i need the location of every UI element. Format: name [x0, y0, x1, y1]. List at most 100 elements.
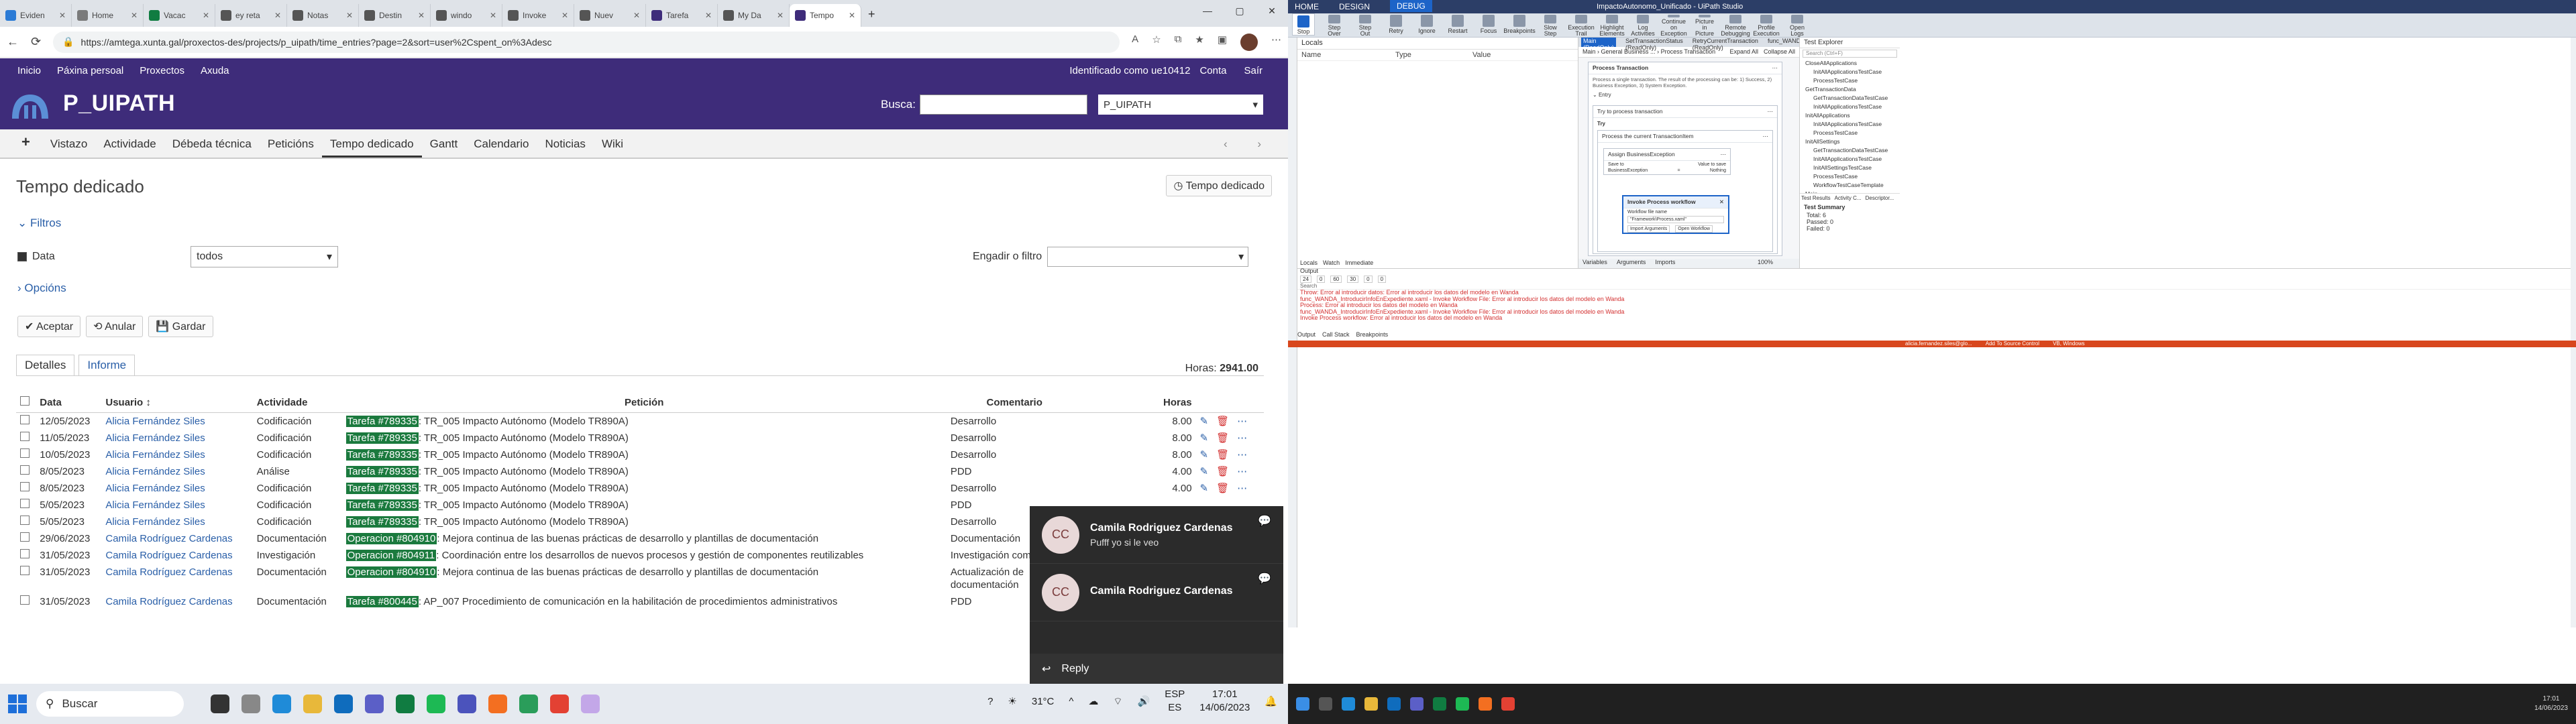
- chat-icon[interactable]: 💬: [1258, 572, 1271, 585]
- user-link[interactable]: Alicia Fernández Siles: [105, 416, 205, 427]
- uipath-icon[interactable]: [488, 695, 507, 713]
- studio-menu-home[interactable]: HOME: [1295, 2, 1319, 12]
- language-indicator[interactable]: ESP ES: [1165, 688, 1185, 715]
- import-arguments-button[interactable]: Import Arguments: [1627, 225, 1670, 233]
- col-date[interactable]: Data: [36, 392, 102, 413]
- chat-message[interactable]: CC Camila Rodriguez Cardenas 💬: [1030, 564, 1283, 621]
- spotify-icon[interactable]: [1456, 697, 1469, 711]
- chevron-up-icon[interactable]: ^: [1069, 696, 1073, 707]
- extensions-icon[interactable]: ⧉: [1175, 34, 1182, 51]
- more-icon[interactable]: ⋯: [1271, 34, 1281, 51]
- edit-icon[interactable]: ✎: [1200, 466, 1209, 477]
- excel-icon[interactable]: [396, 695, 415, 713]
- ribbon-stop-button[interactable]: Stop: [1292, 13, 1315, 36]
- issue-link[interactable]: Tarefa #789335: [345, 516, 419, 528]
- edit-icon[interactable]: ✎: [1200, 483, 1209, 494]
- output-filter-count[interactable]: 0: [1377, 276, 1387, 283]
- more-icon[interactable]: ⋯: [1237, 449, 1247, 461]
- add-source-control[interactable]: Add To Source Control: [1986, 341, 2039, 347]
- ribbon-execution-trail-button[interactable]: Execution Trail: [1568, 13, 1595, 37]
- delete-icon[interactable]: 🗑: [1216, 483, 1229, 494]
- collapse-all-button[interactable]: Collapse All: [1764, 48, 1795, 56]
- tab-report[interactable]: Informe: [78, 355, 136, 375]
- favorites-icon[interactable]: ★: [1195, 34, 1203, 51]
- workflow-file-field[interactable]: "Framework\Process.xaml": [1627, 216, 1724, 223]
- user-link[interactable]: Camila Rodríguez Cardenas: [105, 566, 232, 578]
- date-operator-select[interactable]: todos ▾: [191, 246, 338, 267]
- explorer-item[interactable]: InitAllApplicationsTestCase: [1805, 103, 1900, 111]
- log-time-button[interactable]: ◷ Tempo dedicado: [1166, 175, 1272, 196]
- row-checkbox[interactable]: [20, 465, 30, 475]
- tab-actividade[interactable]: Actividade: [95, 137, 164, 158]
- url-field[interactable]: 🔒 https://amtega.xunta.gal/proxectos-des/…: [53, 31, 1120, 53]
- explorer-icon[interactable]: [303, 695, 322, 713]
- issue-link[interactable]: Tarefa #789335: [345, 466, 419, 477]
- reply-button[interactable]: ↩ Reply: [1030, 654, 1283, 684]
- tab-scroll-arrows[interactable]: ‹ ›: [1224, 137, 1288, 158]
- row-checkbox[interactable]: [20, 499, 30, 508]
- output-tab[interactable]: Call Stack: [1322, 331, 1350, 338]
- row-checkbox[interactable]: [20, 516, 30, 525]
- issue-link[interactable]: Tarefa #789335: [345, 483, 419, 494]
- ribbon-breakpoints-button[interactable]: Breakpoints: [1503, 13, 1536, 37]
- invoke-workflow-activity[interactable]: Invoke Process workflow ✕ Workflow file n…: [1622, 195, 1729, 234]
- col-hours[interactable]: Horas: [1082, 392, 1196, 413]
- output-filter-count[interactable]: 0: [1316, 276, 1326, 283]
- issue-link[interactable]: Operacion #804910: [345, 566, 437, 578]
- search-icon[interactable]: [1319, 697, 1332, 711]
- tab-close-icon[interactable]: ✕: [418, 11, 425, 20]
- tab-débeda-técnica[interactable]: Débeda técnica: [164, 137, 260, 158]
- row-checkbox[interactable]: [20, 415, 30, 424]
- explorer-item[interactable]: GetTransactionDataTestCase: [1805, 146, 1900, 155]
- ribbon-remote-debugging-button[interactable]: Remote Debugging: [1721, 13, 1750, 37]
- spotify-icon[interactable]: [427, 695, 445, 713]
- issue-link[interactable]: Tarefa #789335: [345, 449, 419, 461]
- output-tab[interactable]: Breakpoints: [1356, 331, 1389, 338]
- user-link[interactable]: Alicia Fernández Siles: [105, 483, 205, 494]
- explorer-item[interactable]: InitAllSettings: [1805, 137, 1900, 146]
- filters-toggle[interactable]: ⌄ Filtros: [17, 217, 61, 230]
- ribbon-step-over-button[interactable]: Step Over: [1323, 13, 1346, 37]
- options-toggle[interactable]: › Opcións: [17, 282, 66, 295]
- explorer-item[interactable]: GetTransactionDataTestCase: [1805, 94, 1900, 103]
- user-link[interactable]: Alicia Fernández Siles: [105, 449, 205, 461]
- issue-link[interactable]: Operacion #804911: [345, 550, 437, 561]
- user-link[interactable]: Alicia Fernández Siles: [105, 432, 205, 444]
- tab-close-icon[interactable]: ✕: [561, 11, 568, 20]
- explorer-item[interactable]: InitAllApplicationsTestCase: [1805, 120, 1900, 129]
- user-link[interactable]: Alicia Fernández Siles: [105, 499, 205, 511]
- chat-message[interactable]: CC Camila Rodriguez Cardenas Pufff yo si l…: [1030, 506, 1283, 564]
- tab-close-icon[interactable]: ✕: [203, 11, 209, 20]
- tab-close-icon[interactable]: ✕: [131, 11, 138, 20]
- delete-icon[interactable]: 🗑: [1216, 432, 1229, 444]
- col-user[interactable]: Usuario ↕: [101, 392, 253, 413]
- ribbon-open-logs-button[interactable]: Open Logs: [1786, 13, 1809, 37]
- task-view-icon[interactable]: [241, 695, 260, 713]
- top-menu-item[interactable]: Proxectos: [140, 65, 184, 76]
- explorer-tab[interactable]: Test Results: [1801, 195, 1831, 201]
- more-icon[interactable]: ⋯: [1237, 416, 1247, 427]
- uipath-icon[interactable]: [1479, 697, 1492, 711]
- edge-icon[interactable]: [1342, 697, 1355, 711]
- try-catch-activity[interactable]: Try to process transaction ⋯ Try Process …: [1593, 105, 1778, 254]
- tab-close-icon[interactable]: ✕: [849, 11, 855, 20]
- notification-icon[interactable]: 🔔: [1265, 695, 1277, 707]
- edit-icon[interactable]: ✎: [1200, 416, 1209, 427]
- volume-icon[interactable]: 🔊: [1138, 695, 1150, 707]
- col-comment[interactable]: Comentario: [946, 392, 1083, 413]
- excel-icon[interactable]: [1433, 697, 1446, 711]
- explorer-icon[interactable]: [1364, 697, 1378, 711]
- col-activity[interactable]: Actividade: [252, 392, 342, 413]
- save-query-button[interactable]: 💾 Gardar: [148, 316, 213, 337]
- ribbon-ignore-button[interactable]: Ignore: [1415, 13, 1438, 37]
- tab-close-icon[interactable]: ✕: [633, 11, 640, 20]
- open-workflow-button[interactable]: Open Workflow: [1675, 225, 1713, 233]
- studio-icon[interactable]: [519, 695, 538, 713]
- browser-tab[interactable]: windo ✕: [431, 4, 502, 27]
- ribbon-retry-button[interactable]: Retry: [1385, 13, 1407, 37]
- maximize-icon[interactable]: ▢: [1224, 0, 1256, 21]
- user-link[interactable]: Camila Rodríguez Cardenas: [105, 596, 232, 607]
- issue-link[interactable]: Tarefa #789335: [345, 416, 419, 427]
- ribbon-step-out-button[interactable]: Step Out: [1354, 13, 1377, 37]
- more-icon[interactable]: ⋯: [1237, 432, 1247, 444]
